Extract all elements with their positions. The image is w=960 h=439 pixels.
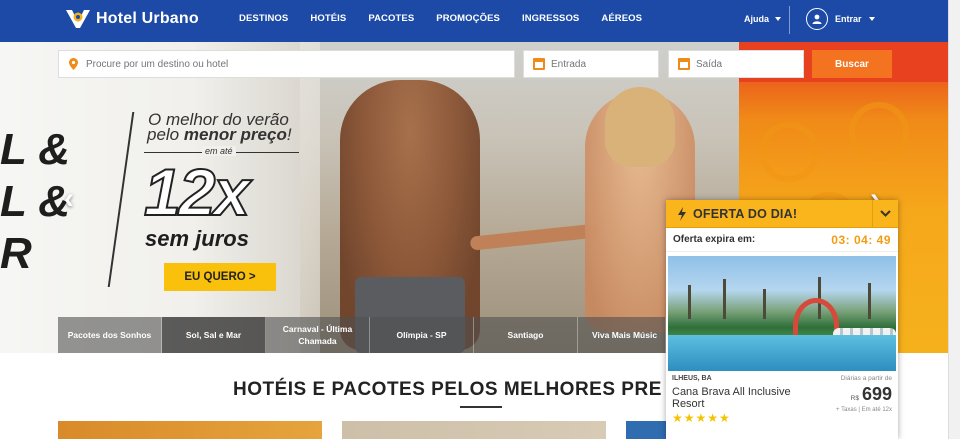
big-letters-line: L & <box>0 125 71 174</box>
hotel-name[interactable]: Cana Brava All Inclusive Resort <box>672 386 812 410</box>
chevron-down-icon <box>775 17 782 21</box>
offer-title: OFERTA DO DIA! <box>693 206 798 221</box>
brand-name: Hotel Urbano <box>96 10 199 27</box>
carousel-tab-active[interactable]: Sol, Sal e Mar <box>162 317 266 353</box>
top-navigation-bar: Hotel Urbano DESTINOS HOTÉIS PACOTES PRO… <box>0 0 948 42</box>
nav-ingressos[interactable]: INGRESSOS <box>522 13 579 24</box>
star-rating: ★★★★★ <box>672 411 731 425</box>
hero-big-letters: L & L & R <box>0 124 70 280</box>
carousel-tab[interactable]: Carnaval - Última Chamada <box>266 317 370 353</box>
lightning-icon <box>678 206 686 221</box>
nav-promocoes[interactable]: PROMOÇÕES <box>436 13 500 24</box>
destination-search-field[interactable] <box>58 50 515 78</box>
user-icon <box>806 8 828 30</box>
price-value: 699 <box>861 384 892 404</box>
hotel-photo[interactable] <box>668 256 896 371</box>
page-scrollbar[interactable] <box>948 0 960 439</box>
hero-photo-hair <box>605 87 675 167</box>
main-nav: DESTINOS HOTÉIS PACOTES PROMOÇÕES INGRES… <box>239 13 664 24</box>
price: R$ 699 <box>851 384 892 405</box>
nav-destinos[interactable]: DESTINOS <box>239 13 288 24</box>
page: Hotel Urbano DESTINOS HOTÉIS PACOTES PRO… <box>0 0 960 439</box>
hotel-urbano-logo-icon <box>66 10 90 28</box>
destination-search-input[interactable] <box>85 58 514 70</box>
search-button[interactable]: Buscar <box>812 50 892 78</box>
nav-hoteis[interactable]: HOTÉIS <box>310 13 346 24</box>
decorative-swirl <box>849 102 909 162</box>
big-letters-line: L & <box>0 177 71 226</box>
offer-expiry-row: Oferta expira em: 03: 04: 49 <box>666 228 898 252</box>
deal-card-1-preview[interactable] <box>58 421 322 439</box>
carousel-tabs: Pacotes dos Sonhos Sol, Sal e Mar Carnav… <box>58 317 666 353</box>
big-letters-line: R <box>0 229 32 278</box>
checkout-input[interactable] <box>695 58 803 70</box>
nav-pacotes[interactable]: PACOTES <box>368 13 414 24</box>
price-currency: R$ <box>850 395 859 402</box>
palm-tree <box>868 283 871 319</box>
header-divider <box>789 6 790 34</box>
countdown-timer: 03: 04: 49 <box>831 232 891 247</box>
checkout-field[interactable] <box>668 50 804 78</box>
carousel-tab[interactable]: Santiago <box>474 317 578 353</box>
collapse-toggle[interactable] <box>872 199 898 228</box>
calendar-icon <box>533 58 545 70</box>
palm-tree <box>723 279 726 319</box>
help-label: Ajuda <box>744 14 770 24</box>
resort-pool <box>668 335 896 371</box>
carousel-tab[interactable]: Pacotes dos Sonhos <box>58 317 162 353</box>
decorative-swirl <box>759 122 819 182</box>
section-title: HOTÉIS E PACOTES PELOS MELHORES PRE <box>233 379 662 400</box>
offer-details: ILHEUS, BA Cana Brava All Inclusive Reso… <box>666 371 898 425</box>
deal-card-2-preview[interactable] <box>342 421 606 439</box>
login-label: Entrar <box>835 14 862 24</box>
chevron-down-icon <box>880 210 891 217</box>
offer-header: OFERTA DO DIA! <box>666 199 898 228</box>
help-menu[interactable]: Ajuda <box>744 14 782 24</box>
login-menu[interactable]: Entrar <box>806 8 875 30</box>
palm-tree <box>688 285 691 319</box>
promo-headline-suffix: ! <box>286 125 292 144</box>
calendar-icon <box>678 58 690 70</box>
offer-of-the-day-widget[interactable]: OFERTA DO DIA! Oferta expira em: 03: 04:… <box>666 199 898 439</box>
price-note: + Taxas | Em até 12x <box>836 407 892 413</box>
checkin-input[interactable] <box>550 58 658 70</box>
eu-quero-button[interactable]: EU QUERO > <box>164 263 276 291</box>
brand-logo[interactable]: Hotel Urbano <box>64 8 199 30</box>
carousel-prev-arrow-icon[interactable]: ‹ <box>64 182 74 216</box>
hotel-location: ILHEUS, BA <box>672 375 712 382</box>
promo-headline-bold: menor preço <box>183 125 287 144</box>
deal-card-3-preview[interactable] <box>626 421 666 439</box>
promo-sem-juros: sem juros <box>145 226 249 251</box>
carousel-tab[interactable]: Olímpia - SP <box>370 317 474 353</box>
price-label: Diárias a partir de <box>840 375 892 382</box>
nav-aereos[interactable]: AÉREOS <box>601 13 642 24</box>
map-pin-icon <box>65 58 82 70</box>
chevron-down-icon <box>868 17 875 21</box>
promo-installments: 12x <box>143 155 251 229</box>
carousel-tab[interactable]: Viva Mais Músic <box>578 317 666 353</box>
expiry-label: Oferta expira em: <box>673 234 756 245</box>
palm-tree <box>763 289 766 319</box>
promo-headline-2: pelo menor preço! <box>147 125 292 145</box>
section-underline <box>460 406 502 408</box>
checkin-field[interactable] <box>523 50 659 78</box>
promo-headline-prefix: pelo <box>147 125 184 144</box>
